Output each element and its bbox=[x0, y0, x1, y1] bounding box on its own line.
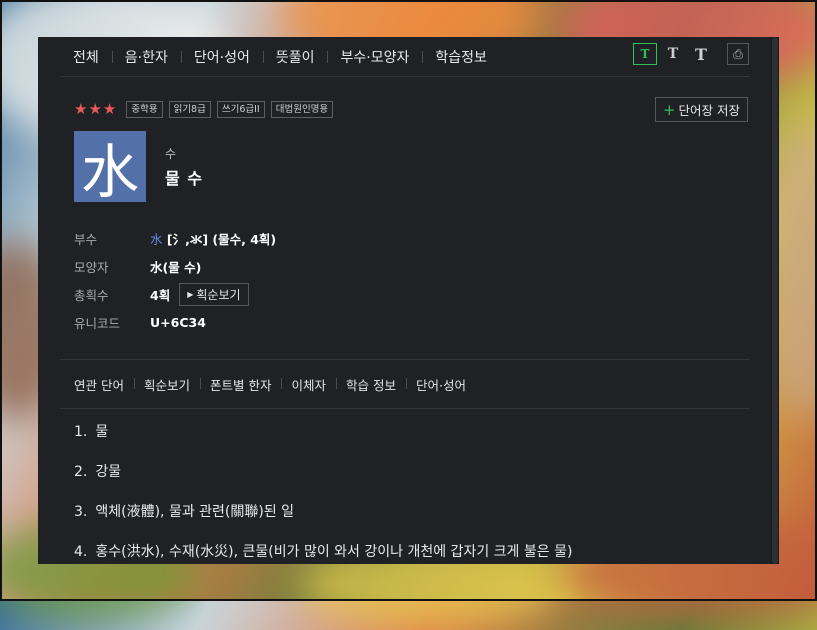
definition-item: 3. 액체(液體), 물과 관련(關聯)된 일 bbox=[74, 504, 295, 520]
badge-writing-grade: 쓰기6급II bbox=[216, 100, 265, 118]
stroke-order-label: 획순보기 bbox=[196, 287, 241, 302]
font-small-button[interactable]: T bbox=[633, 43, 657, 65]
stroke-order-button[interactable]: ▶ 획순보기 bbox=[179, 282, 249, 306]
tab-related-words[interactable]: 연관 단어 bbox=[60, 375, 134, 394]
nav-all[interactable]: 전체 bbox=[60, 47, 112, 67]
definition-item: 4. 홍수(洪水), 수재(水災), 큰물(비가 많이 와서 강이나 개천에 갑자… bbox=[74, 544, 573, 560]
reading-main: 물 수 bbox=[165, 169, 204, 188]
shape-row: 모양자 水(물 수) bbox=[74, 252, 276, 280]
strokes-label: 총획수 bbox=[74, 287, 109, 303]
nav-radical-shape[interactable]: 부수·모양자 bbox=[327, 47, 422, 67]
tab-stroke-order[interactable]: 획순보기 bbox=[133, 375, 200, 394]
nav-words-idioms[interactable]: 단어·성어 bbox=[180, 47, 263, 67]
character-info: 부수 水 [氵,氺] (물수, 4획) 모양자 水(물 수) 총획수 4획 ▶ … bbox=[74, 224, 276, 336]
hanja-character-box: 水 bbox=[74, 131, 146, 206]
reading-small: 수 bbox=[165, 147, 177, 161]
definition-item: 2. 강물 bbox=[74, 464, 122, 480]
section-tabs: 연관 단어 획순보기 폰트별 한자 이체자 학습 정보 단어·성어 bbox=[60, 359, 749, 409]
hanja-dictionary-panel: 전체 음·한자 단어·성어 뜻풀이 부수·모양자 학습정보 T T T ⎙ ★★… bbox=[38, 37, 779, 564]
unicode-row: 유니코드 U+6C34 bbox=[74, 308, 276, 336]
tab-words-idioms[interactable]: 단어·성어 bbox=[405, 375, 476, 394]
scroll-thumb[interactable] bbox=[772, 37, 778, 564]
radical-label: 부수 bbox=[74, 231, 98, 247]
nav-study-info[interactable]: 학습정보 bbox=[422, 47, 500, 67]
badge-middle-school: 중학용 bbox=[126, 100, 163, 118]
badge-name-use: 대법원인명용 bbox=[270, 100, 334, 118]
nav-sound-hanja[interactable]: 음·한자 bbox=[111, 47, 181, 67]
save-button-label: 단어장 저장 bbox=[678, 103, 740, 118]
play-icon: ▶ bbox=[187, 289, 194, 299]
plus-icon: + bbox=[662, 100, 676, 119]
top-navigation: 전체 음·한자 단어·성어 뜻풀이 부수·모양자 학습정보 T T T ⎙ bbox=[60, 37, 749, 77]
definition-item: 1. 물 bbox=[74, 424, 109, 440]
rating-stars: ★★★ bbox=[74, 100, 118, 118]
radical-link[interactable]: 水 bbox=[150, 232, 163, 247]
save-to-wordbook-button[interactable]: + 단어장 저장 bbox=[654, 97, 748, 122]
nav-meanings[interactable]: 뜻풀이 bbox=[262, 47, 328, 67]
shape-value: 水(물 수) bbox=[150, 259, 202, 275]
scrollbar[interactable] bbox=[771, 37, 779, 564]
definition-list: 1. 물 2. 강물 3. 액체(液體), 물과 관련(關聯)된 일 4. 홍수(洪水)… bbox=[74, 422, 572, 564]
strokes-row: 총획수 4획 ▶ 획순보기 bbox=[74, 280, 276, 308]
font-size-controls: T T T ⎙ bbox=[633, 43, 749, 65]
tab-variants[interactable]: 이체자 bbox=[281, 375, 336, 394]
strokes-value: 4획 bbox=[150, 287, 171, 303]
radical-row: 부수 水 [氵,氺] (물수, 4획) bbox=[74, 224, 276, 252]
badge-row: ★★★ 중학용 읽기8급 쓰기6급II 대법원인명용 bbox=[74, 100, 334, 118]
font-large-button[interactable]: T bbox=[689, 43, 713, 65]
tab-font-hanja[interactable]: 폰트별 한자 bbox=[200, 375, 281, 394]
shape-label: 모양자 bbox=[74, 259, 109, 275]
font-medium-button[interactable]: T bbox=[661, 43, 685, 65]
print-icon[interactable]: ⎙ bbox=[727, 43, 749, 65]
unicode-value: U+6C34 bbox=[150, 314, 206, 330]
unicode-label: 유니코드 bbox=[74, 315, 121, 331]
badge-reading-grade: 읽기8급 bbox=[168, 100, 211, 118]
tab-study-info[interactable]: 학습 정보 bbox=[336, 375, 406, 394]
radical-detail: [氵,氺] (물수, 4획) bbox=[162, 231, 277, 247]
